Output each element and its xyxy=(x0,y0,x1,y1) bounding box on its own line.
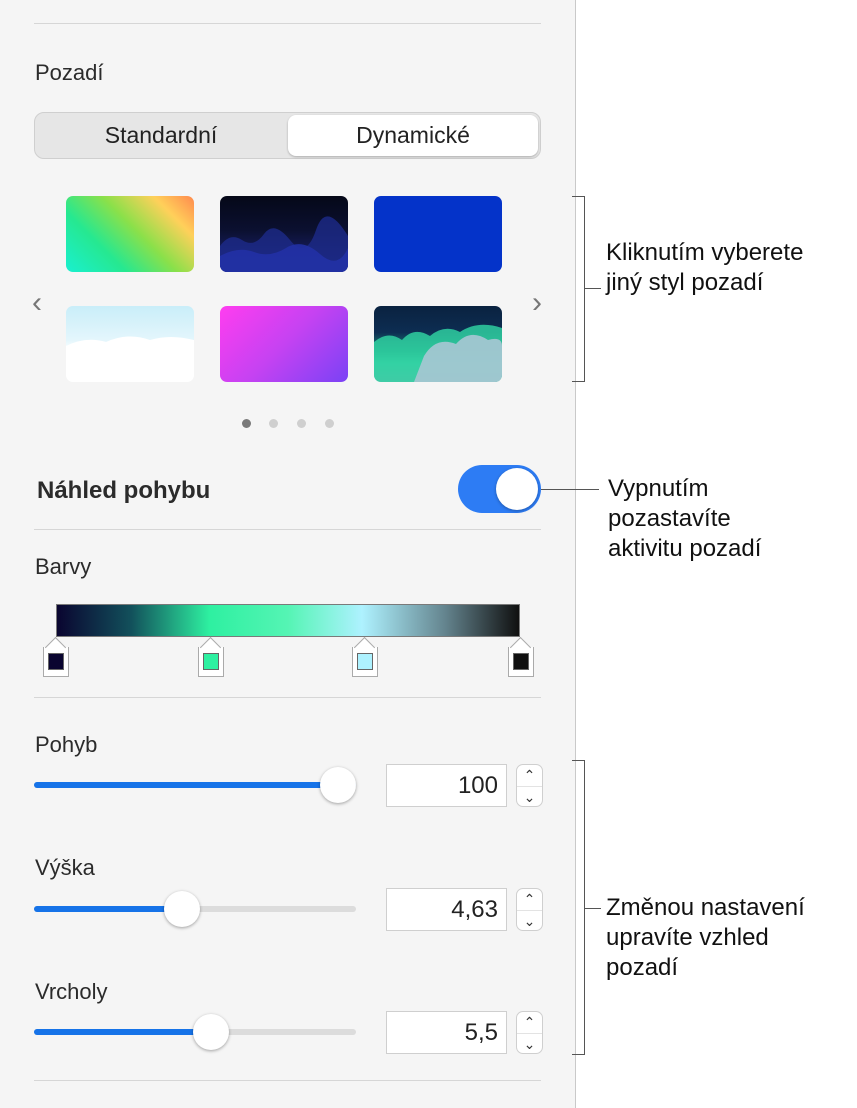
peaks-label: Vrcholy xyxy=(35,979,108,1004)
mountain-silhouette-icon xyxy=(220,216,348,272)
background-inspector-panel: Pozadí Standardní Dynamické ‹ › Náhled p… xyxy=(0,0,576,1108)
callout-line: upravíte vzhled xyxy=(606,924,769,951)
callout-line: aktivitu pozadí xyxy=(608,535,762,562)
slider-thumb[interactable] xyxy=(193,1014,229,1050)
callout-settings: Změnou nastavení upravíte vzhled pozadí xyxy=(606,893,805,983)
background-style-thumbnail-dark-mountains[interactable] xyxy=(220,196,348,272)
divider xyxy=(34,1080,541,1081)
motion-slider[interactable] xyxy=(34,765,356,805)
callout-line: jiný styl pozadí xyxy=(606,269,764,296)
tab-dynamic[interactable]: Dynamické xyxy=(288,115,538,156)
color-gradient-bar[interactable] xyxy=(56,604,520,637)
motion-stepper: ⌃ ⌄ xyxy=(516,764,543,807)
color-stop-2[interactable] xyxy=(198,636,224,677)
stepper-up-icon[interactable]: ⌃ xyxy=(517,889,542,909)
callout-bracket xyxy=(584,288,601,289)
callout-bracket xyxy=(584,196,585,382)
height-stepper: ⌃ ⌄ xyxy=(516,888,543,931)
color-stop-swatch xyxy=(48,653,64,670)
teal-cloud-icon xyxy=(374,324,502,382)
motion-label: Pohyb xyxy=(35,732,98,757)
motion-preview-label: Náhled pohybu xyxy=(37,477,211,504)
callout-leader-line xyxy=(541,489,599,490)
background-style-thumbnail-magenta[interactable] xyxy=(220,306,348,382)
page-indicator-dot-2[interactable] xyxy=(269,419,278,428)
background-style-thumbnail-teal-clouds[interactable] xyxy=(374,306,502,382)
color-stop-4[interactable] xyxy=(508,636,534,677)
divider xyxy=(34,697,541,698)
callout-line: Vypnutím xyxy=(608,475,709,502)
tab-standard[interactable]: Standardní xyxy=(37,115,285,156)
background-style-thumbnail-clouds[interactable] xyxy=(66,306,194,382)
stepper-up-icon[interactable]: ⌃ xyxy=(517,765,542,785)
stepper-down-icon[interactable]: ⌄ xyxy=(517,786,542,807)
slider-fill xyxy=(34,906,182,912)
slider-fill xyxy=(34,782,356,788)
color-stop-3[interactable] xyxy=(352,636,378,677)
color-stop-swatch xyxy=(357,653,373,670)
stepper-up-icon[interactable]: ⌃ xyxy=(517,1012,542,1032)
motion-preview-toggle[interactable] xyxy=(458,465,541,513)
background-style-thumbnail-rainbow[interactable] xyxy=(66,196,194,272)
peaks-stepper: ⌃ ⌄ xyxy=(516,1011,543,1054)
chevron-left-icon[interactable]: ‹ xyxy=(32,288,42,318)
slider-fill xyxy=(34,1029,211,1035)
height-slider[interactable] xyxy=(34,889,356,929)
stepper-down-icon[interactable]: ⌄ xyxy=(517,1033,542,1054)
callout-line: pozadí xyxy=(606,954,679,981)
stepper-down-icon[interactable]: ⌄ xyxy=(517,910,542,931)
chevron-right-icon[interactable]: › xyxy=(532,288,542,318)
callout-line: Změnou nastavení xyxy=(606,894,805,921)
callout-toggle: Vypnutím pozastavíte aktivitu pozadí xyxy=(608,474,761,564)
toggle-knob xyxy=(496,468,538,510)
color-stop-1[interactable] xyxy=(43,636,69,677)
callout-line: pozastavíte xyxy=(608,505,731,532)
peaks-slider[interactable] xyxy=(34,1012,356,1052)
callout-styles: Kliknutím vyberete jiný styl pozadí xyxy=(606,238,803,298)
callout-bracket xyxy=(572,1054,585,1055)
height-value-field[interactable]: 4,63 xyxy=(386,888,507,931)
slider-thumb[interactable] xyxy=(164,891,200,927)
divider xyxy=(34,529,541,530)
color-stop-swatch xyxy=(203,653,219,670)
callout-line: Kliknutím vyberete xyxy=(606,239,804,266)
callout-bracket xyxy=(572,381,585,382)
divider xyxy=(34,23,541,24)
background-style-thumbnail-blue[interactable] xyxy=(374,196,502,272)
background-section-title: Pozadí xyxy=(35,60,104,85)
peaks-value-field[interactable]: 5,5 xyxy=(386,1011,507,1054)
height-label: Výška xyxy=(35,855,95,880)
motion-value-field[interactable]: 100 xyxy=(386,764,507,807)
background-type-segmented-control: Standardní Dynamické xyxy=(34,112,541,159)
colors-label: Barvy xyxy=(35,554,92,579)
page-indicator-dot-4[interactable] xyxy=(325,419,334,428)
color-stop-swatch xyxy=(513,653,529,670)
callout-bracket xyxy=(584,908,601,909)
page-indicator-dot-1[interactable] xyxy=(242,419,251,428)
slider-thumb[interactable] xyxy=(320,767,356,803)
cloud-icon xyxy=(66,336,194,382)
page-indicator-dot-3[interactable] xyxy=(297,419,306,428)
